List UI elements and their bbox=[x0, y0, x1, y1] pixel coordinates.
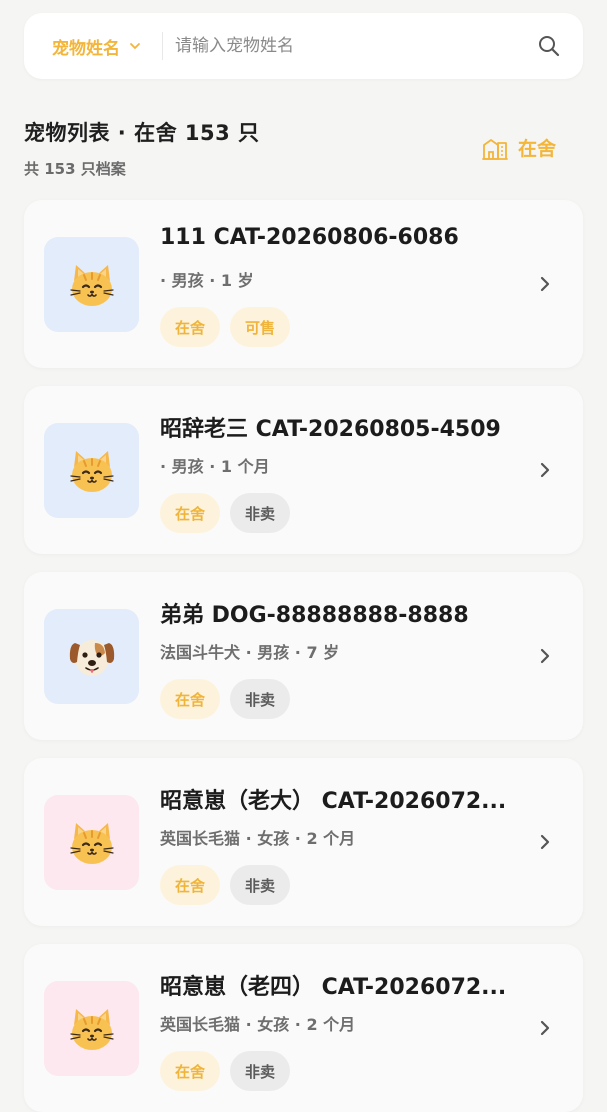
tag-group: 在舍 非卖 bbox=[160, 1051, 300, 1091]
pet-title: 昭辞老三 CAT-20260805-4509 bbox=[160, 417, 501, 442]
pet-meta: 英国长毛猫 · 女孩 · 2 个月 bbox=[160, 1015, 356, 1034]
pet-title: 昭意崽（老大） CAT-2026072... bbox=[160, 789, 507, 814]
status-badge: 非卖 bbox=[230, 865, 291, 905]
avatar bbox=[44, 795, 139, 890]
status-badge: 非卖 bbox=[230, 679, 291, 719]
cat-face-icon bbox=[69, 450, 114, 492]
avatar bbox=[44, 237, 139, 332]
pet-card[interactable]: 弟弟 DOG-88888888-8888 法国斗牛犬 · 男孩 · 7 岁在舍 非卖 bbox=[24, 572, 583, 740]
search-type-label: 宠物姓名 bbox=[52, 38, 120, 59]
status-badge: 在舍 bbox=[160, 1051, 221, 1091]
search-icon[interactable] bbox=[537, 34, 561, 58]
pet-card[interactable]: 昭意崽（老四） CAT-2026072... 英国长毛猫 · 女孩 · 2 个月在… bbox=[24, 944, 583, 1112]
pet-title: 111 CAT-20260806-6086 bbox=[160, 225, 459, 250]
tag-group: 在舍 非卖 bbox=[160, 493, 300, 533]
chevron-down-icon bbox=[130, 43, 140, 49]
pet-card[interactable]: 昭意崽（老大） CAT-2026072... 英国长毛猫 · 女孩 · 2 个月在… bbox=[24, 758, 583, 926]
search-type-dropdown[interactable]: 宠物姓名 bbox=[24, 13, 162, 79]
status-filter-label: 在舍 bbox=[518, 138, 557, 160]
avatar bbox=[44, 609, 139, 704]
cat-face-icon bbox=[69, 1008, 114, 1050]
pet-meta: · 男孩 · 1 个月 bbox=[160, 457, 270, 476]
chevron-right-icon bbox=[535, 646, 555, 666]
status-badge: 在舍 bbox=[160, 493, 221, 533]
pet-title: 昭意崽（老四） CAT-2026072... bbox=[160, 975, 507, 1000]
tag-group: 在舍 可售 bbox=[160, 307, 300, 347]
status-badge: 非卖 bbox=[230, 1051, 291, 1091]
record-count: 共 153 只档案 bbox=[24, 160, 126, 178]
pet-meta: 法国斗牛犬 · 男孩 · 7 岁 bbox=[160, 643, 340, 662]
chevron-right-icon bbox=[535, 832, 555, 852]
status-badge: 在舍 bbox=[160, 307, 221, 347]
dog-face-icon bbox=[69, 639, 114, 676]
building-icon bbox=[482, 138, 508, 160]
avatar bbox=[44, 981, 139, 1076]
pet-meta: 英国长毛猫 · 女孩 · 2 个月 bbox=[160, 829, 356, 848]
status-badge: 可售 bbox=[230, 307, 291, 347]
tag-group: 在舍 非卖 bbox=[160, 865, 300, 905]
status-filter-button[interactable]: 在舍 bbox=[482, 134, 556, 161]
chevron-right-icon bbox=[535, 274, 555, 294]
pet-card[interactable]: 昭辞老三 CAT-20260805-4509 · 男孩 · 1 个月在舍 非卖 bbox=[24, 386, 583, 554]
cat-face-icon bbox=[69, 822, 114, 864]
status-badge: 在舍 bbox=[160, 679, 221, 719]
pet-title: 弟弟 DOG-88888888-8888 bbox=[160, 603, 469, 628]
tag-group: 在舍 非卖 bbox=[160, 679, 300, 719]
pet-card[interactable]: 111 CAT-20260806-6086 · 男孩 · 1 岁在舍 可售 bbox=[24, 200, 583, 368]
chevron-right-icon bbox=[535, 460, 555, 480]
cat-face-icon bbox=[69, 264, 114, 306]
page-title: 宠物列表 · 在舍 153 只 bbox=[24, 121, 260, 145]
search-bar: 宠物姓名 bbox=[24, 13, 583, 79]
pet-meta: · 男孩 · 1 岁 bbox=[160, 271, 254, 290]
avatar bbox=[44, 423, 139, 518]
status-badge: 非卖 bbox=[230, 493, 291, 533]
status-badge: 在舍 bbox=[160, 865, 221, 905]
search-input[interactable] bbox=[163, 35, 537, 57]
chevron-right-icon bbox=[535, 1018, 555, 1038]
